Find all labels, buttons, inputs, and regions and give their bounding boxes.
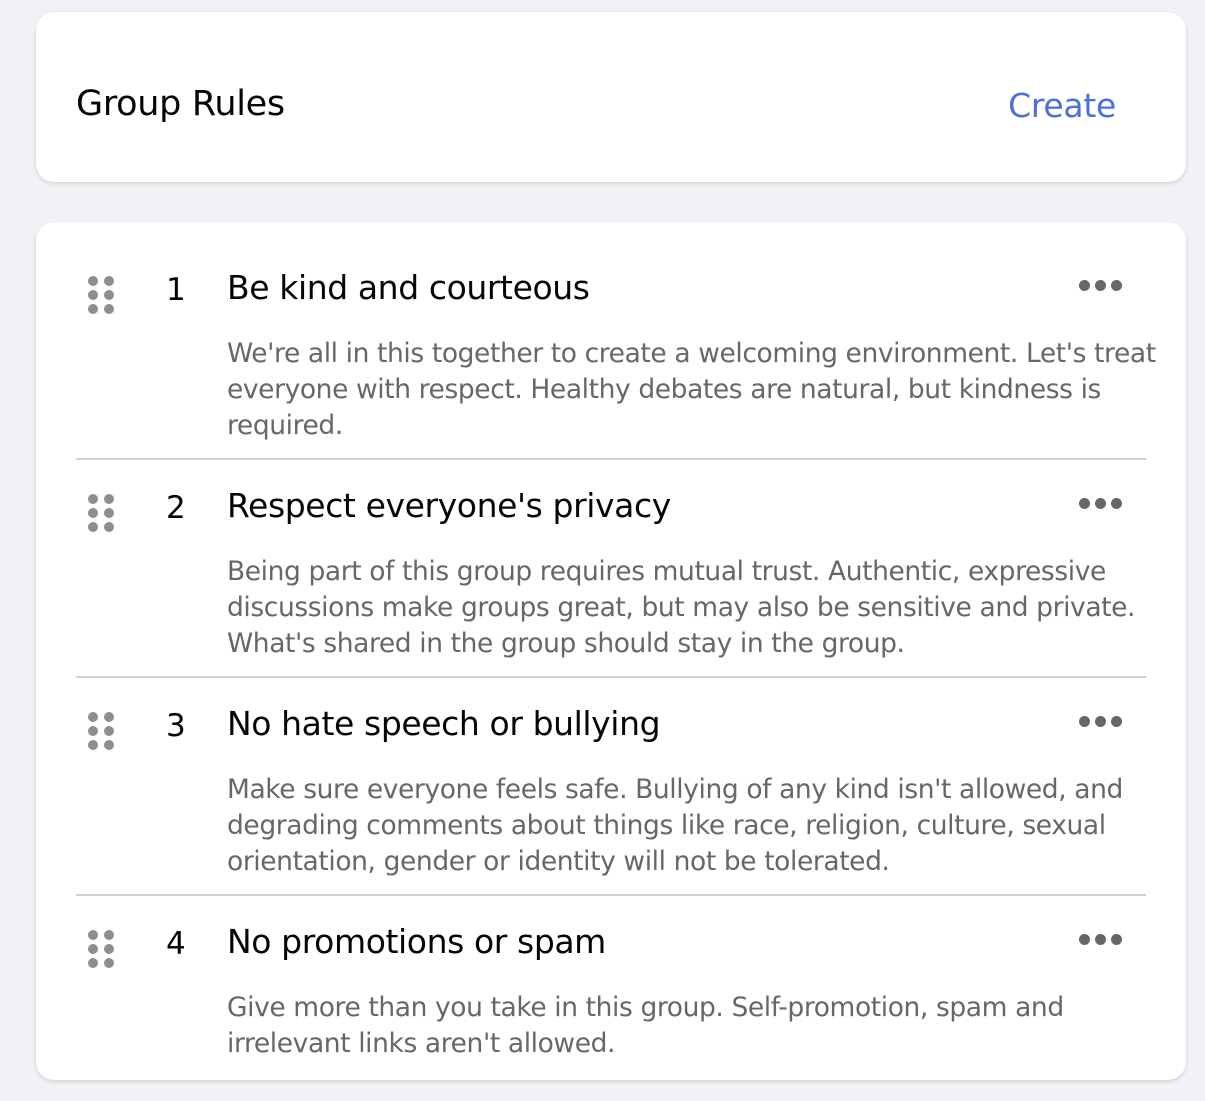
divider bbox=[76, 676, 1146, 678]
drag-handle-icon[interactable] bbox=[88, 494, 114, 534]
more-options-icon[interactable] bbox=[1079, 710, 1122, 733]
more-options-icon[interactable] bbox=[1079, 492, 1122, 515]
rule-description: Make sure everyone feels safe. Bullying … bbox=[227, 774, 1123, 877]
drag-handle-icon[interactable] bbox=[88, 930, 114, 970]
more-options-icon[interactable] bbox=[1079, 274, 1122, 297]
rule-item-4: 4 No promotions or spam Give more than y… bbox=[76, 920, 1146, 1070]
rule-item-2: 2 Respect everyone's privacy Being part … bbox=[76, 484, 1146, 678]
rule-description: Being part of this group requires mutual… bbox=[227, 556, 1136, 659]
divider bbox=[76, 894, 1146, 896]
rule-item-3: 3 No hate speech or bullying Make sure e… bbox=[76, 702, 1146, 896]
more-options-icon[interactable] bbox=[1079, 928, 1122, 951]
rule-title: No promotions or spam bbox=[227, 922, 606, 961]
create-rule-button[interactable]: Create bbox=[1008, 86, 1116, 125]
rule-title: Be kind and courteous bbox=[227, 268, 590, 307]
rule-description: Give more than you take in this group. S… bbox=[227, 992, 1064, 1059]
rules-list: 1 Be kind and courteous We're all in thi… bbox=[36, 222, 1186, 1080]
group-rules-header-card: Group Rules Create bbox=[36, 12, 1186, 182]
drag-handle-icon[interactable] bbox=[88, 712, 114, 752]
rule-item-1: 1 Be kind and courteous We're all in thi… bbox=[76, 266, 1156, 460]
rule-number: 1 bbox=[166, 272, 186, 308]
drag-handle-icon[interactable] bbox=[88, 276, 114, 316]
rule-number: 4 bbox=[166, 926, 186, 962]
rule-number: 2 bbox=[166, 490, 186, 526]
rule-title: Respect everyone's privacy bbox=[227, 486, 671, 525]
rule-title: No hate speech or bullying bbox=[227, 704, 661, 743]
page-title: Group Rules bbox=[76, 84, 285, 124]
divider bbox=[76, 458, 1146, 460]
rule-number: 3 bbox=[166, 708, 186, 744]
rule-description: We're all in this together to create a w… bbox=[227, 338, 1156, 441]
